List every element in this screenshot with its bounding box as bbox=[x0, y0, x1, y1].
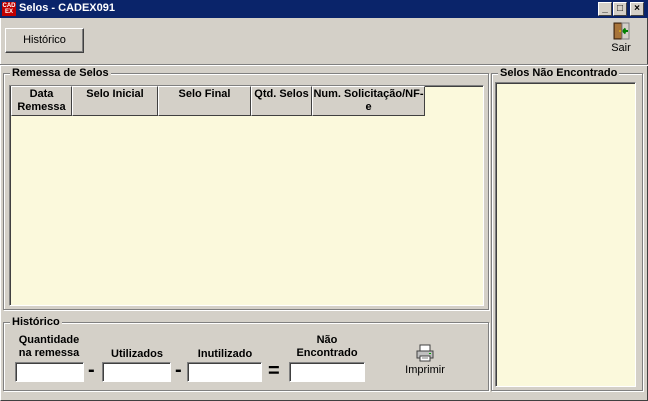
toolbar-separator bbox=[0, 64, 648, 66]
column-header-selo-final[interactable]: Selo Final bbox=[158, 86, 251, 116]
column-header-qtd-selos[interactable]: Qtd. Selos bbox=[251, 86, 312, 116]
app-icon: CAD EX bbox=[2, 2, 16, 16]
utilizados-label: Utilizados bbox=[111, 348, 163, 360]
minimize-button[interactable]: _ bbox=[598, 2, 612, 16]
minus-operator-1: - bbox=[88, 359, 95, 381]
sair-label: Sair bbox=[611, 42, 631, 54]
remessa-group-title: Remessa de Selos bbox=[10, 67, 111, 79]
nao-encontrado-list[interactable] bbox=[495, 82, 636, 387]
quantidade-field[interactable] bbox=[15, 362, 84, 382]
title-bar: CAD EX Selos - CADEX091 _ □ × bbox=[0, 0, 648, 18]
equals-operator: = bbox=[268, 360, 280, 382]
historico-group-title: Histórico bbox=[10, 316, 62, 328]
inutilizado-label: Inutilizado bbox=[197, 348, 253, 360]
column-header-selo-inicial[interactable]: Selo Inicial bbox=[72, 86, 158, 116]
imprimir-button[interactable]: Imprimir bbox=[400, 344, 450, 380]
quantidade-label: Quantidade na remessa bbox=[18, 334, 80, 359]
window-title: Selos - CADEX091 bbox=[19, 2, 115, 14]
exit-door-icon bbox=[613, 22, 630, 40]
printer-icon bbox=[416, 344, 434, 362]
minus-operator-2: - bbox=[175, 359, 182, 381]
nao-encontrado-field[interactable] bbox=[289, 362, 365, 382]
utilizados-field[interactable] bbox=[102, 362, 171, 382]
sair-button[interactable]: Sair bbox=[606, 22, 636, 58]
close-button[interactable]: × bbox=[630, 2, 644, 16]
column-header-num-solicitacao[interactable]: Num. Solicitação/NF-e bbox=[312, 86, 425, 116]
imprimir-label: Imprimir bbox=[405, 364, 445, 376]
maximize-button[interactable]: □ bbox=[613, 2, 627, 16]
remessa-table[interactable]: Data Remessa Selo Inicial Selo Final Qtd… bbox=[9, 85, 484, 306]
nao-encontrado-label: Não Encontrado bbox=[296, 334, 358, 359]
inutilizado-field[interactable] bbox=[187, 362, 262, 382]
historico-button[interactable]: Histórico bbox=[5, 28, 84, 53]
nao-encontrado-group-title: Selos Não Encontrado bbox=[498, 67, 620, 79]
column-header-data-remessa[interactable]: Data Remessa bbox=[11, 86, 72, 116]
